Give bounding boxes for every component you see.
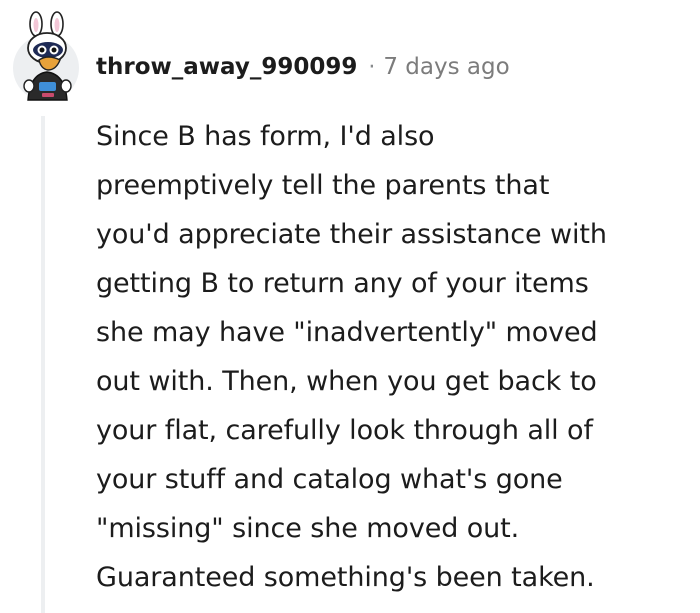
comment-timestamp[interactable]: 7 days ago — [383, 54, 509, 80]
comment: throw_away_990099 · 7 days ago Since B h… — [0, 0, 700, 613]
comment-body-line: "missing" since she moved out. — [96, 513, 520, 544]
author-username[interactable]: throw_away_990099 — [96, 54, 357, 80]
snoo-bunny-avatar-icon — [13, 11, 79, 101]
comment-body-line: getting B to return any of your items — [96, 268, 589, 299]
comment-body-line: Since B has form, I'd also — [96, 121, 435, 152]
comment-body: Since B has form, I'd also preemptively … — [96, 112, 696, 602]
comment-body-line: out with. Then, when you get back to — [96, 366, 597, 397]
comment-body-line: your flat, carefully look through all of — [96, 415, 593, 446]
comment-meta: throw_away_990099 · 7 days ago — [96, 52, 510, 82]
comment-body-line: preemptively tell the parents that — [96, 170, 550, 201]
thread-collapse-line[interactable] — [41, 116, 45, 613]
comment-body-line: Guaranteed something's been taken. — [96, 562, 595, 593]
comment-body-line: you'd appreciate their assistance with — [96, 219, 607, 250]
avatar[interactable] — [12, 10, 80, 110]
meta-separator: · — [368, 54, 376, 80]
comment-body-line: she may have "inadvertently" moved — [96, 317, 598, 348]
comment-body-line: your stuff and catalog what's gone — [96, 464, 563, 495]
